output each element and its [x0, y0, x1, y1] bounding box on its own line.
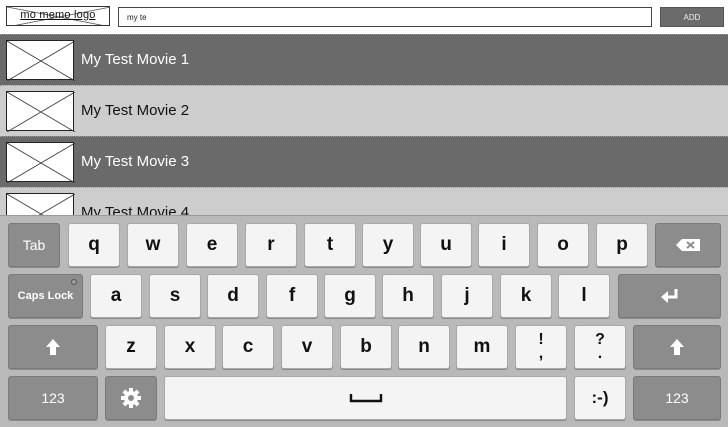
key-bottom-char: ,	[538, 345, 544, 362]
smiley-key[interactable]: :-)	[574, 376, 626, 420]
caps-lock-key[interactable]: Caps Lock	[8, 274, 83, 318]
enter-key[interactable]	[618, 274, 721, 318]
numbers-key-left[interactable]: 123	[8, 376, 98, 420]
key-d[interactable]: d	[207, 274, 259, 318]
list-item[interactable]: My Test Movie 3	[0, 136, 728, 187]
key-b[interactable]: b	[340, 325, 392, 369]
tab-key[interactable]: Tab	[8, 223, 60, 267]
shift-arrow-icon	[670, 339, 684, 355]
add-button[interactable]: ADD	[660, 7, 724, 27]
key-k[interactable]: k	[500, 274, 552, 318]
key-z[interactable]: z	[105, 325, 157, 369]
key-i[interactable]: i	[478, 223, 530, 267]
key-v[interactable]: v	[281, 325, 333, 369]
list-item[interactable]: My Test Movie 1	[0, 34, 728, 85]
top-bar: mo memo logo ADD	[0, 0, 728, 34]
key-f[interactable]: f	[266, 274, 318, 318]
numbers-key-right[interactable]: 123	[633, 376, 721, 420]
logo: mo memo logo	[6, 6, 110, 26]
space-icon	[349, 394, 382, 403]
key-m[interactable]: m	[456, 325, 508, 369]
backspace-key[interactable]	[655, 223, 721, 267]
movie-title: My Test Movie 1	[81, 51, 190, 68]
movie-thumbnail-image	[6, 91, 75, 132]
logo-text: mo memo logo	[20, 9, 96, 21]
enter-icon	[660, 289, 677, 303]
key-p[interactable]: p	[596, 223, 648, 267]
image-placeholder-icon	[7, 143, 75, 183]
key-c[interactable]: c	[222, 325, 274, 369]
movie-title: My Test Movie 2	[81, 102, 190, 119]
image-placeholder-icon	[7, 92, 75, 132]
shift-key-left[interactable]	[8, 325, 98, 369]
gear-icon	[121, 388, 141, 408]
movie-thumbnail-image	[6, 40, 75, 81]
backspace-icon	[676, 239, 700, 251]
space-bar[interactable]	[164, 376, 567, 420]
key-t[interactable]: t	[304, 223, 356, 267]
search-input[interactable]	[118, 7, 652, 27]
key-n[interactable]: n	[398, 325, 450, 369]
list-item[interactable]: My Test Movie 2	[0, 85, 728, 136]
key-bottom-char: .	[597, 345, 603, 362]
key-w[interactable]: w	[127, 223, 179, 267]
key-q[interactable]: q	[68, 223, 120, 267]
key-a[interactable]: a	[90, 274, 142, 318]
key-exclamation-comma[interactable]: ! ,	[515, 325, 567, 369]
movie-title: My Test Movie 3	[81, 153, 190, 170]
key-x[interactable]: x	[164, 325, 216, 369]
onscreen-keyboard: Tab q w e r t y u i o p Caps Lock a s d …	[0, 215, 728, 427]
key-e[interactable]: e	[186, 223, 238, 267]
key-s[interactable]: s	[149, 274, 201, 318]
key-j[interactable]: j	[441, 274, 493, 318]
movie-thumbnail-image	[6, 142, 75, 183]
image-placeholder-icon	[7, 41, 75, 81]
caps-lock-label: Caps Lock	[17, 290, 74, 302]
key-question-period[interactable]: ? .	[574, 325, 626, 369]
key-y[interactable]: y	[362, 223, 414, 267]
settings-key[interactable]	[105, 376, 157, 420]
key-u[interactable]: u	[420, 223, 472, 267]
key-h[interactable]: h	[382, 274, 434, 318]
key-g[interactable]: g	[324, 274, 376, 318]
key-l[interactable]: l	[558, 274, 610, 318]
shift-key-right[interactable]	[633, 325, 721, 369]
shift-arrow-icon	[46, 339, 60, 355]
key-o[interactable]: o	[537, 223, 589, 267]
key-r[interactable]: r	[245, 223, 297, 267]
caps-lock-indicator	[71, 279, 77, 285]
